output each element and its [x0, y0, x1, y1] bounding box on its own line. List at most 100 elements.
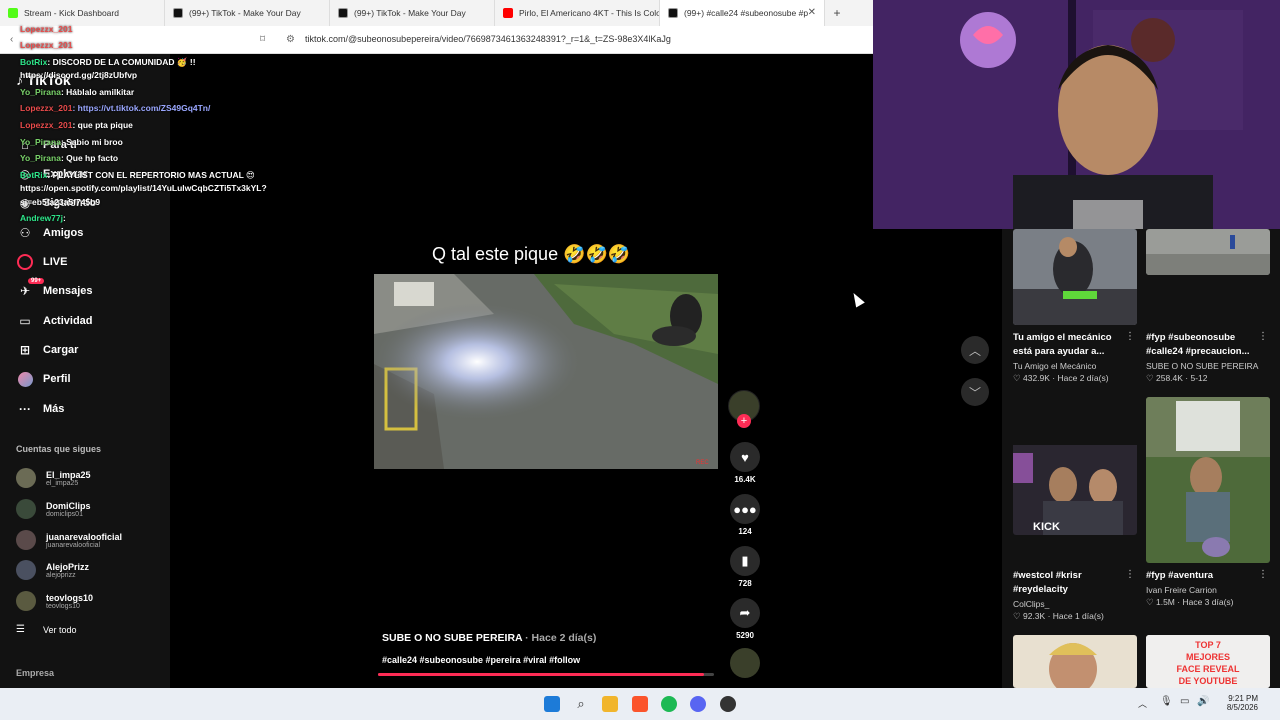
clock[interactable]: 9:21 PM 8/5/2026 — [1214, 694, 1258, 712]
nav-siguiendo[interactable]: ◉ Siguiendo — [16, 192, 96, 214]
discord-icon[interactable] — [690, 696, 706, 712]
windows-start-icon[interactable] — [544, 696, 560, 712]
related-video-card[interactable]: TOP 7 MEJORES FACE REVEAL DE YOUTUBE — [1146, 635, 1270, 688]
nav-perfil[interactable]: Perfil — [16, 368, 71, 390]
video-progress-bar[interactable] — [378, 673, 714, 676]
more-options-icon[interactable]: ⋮ — [1125, 331, 1135, 342]
video-player[interactable]: REC — [374, 274, 718, 469]
nav-mensajes[interactable]: ✈ 99+ Mensajes — [16, 278, 93, 302]
bookmark-icon[interactable]: ⌑ — [260, 34, 265, 45]
home-icon: ⌂ — [21, 138, 29, 152]
volume-icon[interactable]: 🔊 — [1197, 696, 1209, 707]
next-video-button[interactable]: ﹀ — [961, 378, 989, 406]
related-video-card[interactable]: KICK #westcol #krisr #reydelacity ColCli… — [1013, 425, 1137, 622]
microphone-icon[interactable]: 🎙 — [1160, 696, 1173, 707]
nav-amigos[interactable]: ⚇ Amigos — [16, 222, 84, 244]
related-video-card[interactable]: Tu amigo el mecánico está para ayudar a.… — [1013, 229, 1137, 384]
following-account-3[interactable]: AlejoPrizz alejoprizz — [16, 560, 89, 580]
tiktok-logo[interactable]: ♪ TikTok — [16, 72, 71, 88]
following-account-4[interactable]: teovlogs10 teovlogs10 — [16, 591, 93, 611]
browser-tab-0[interactable]: Stream - Kick Dashboard — [0, 0, 165, 26]
video-author[interactable]: SUBE O NO SUBE PEREIRA · Hace 2 día(s) — [382, 632, 596, 644]
save-button[interactable]: ▮ 728 — [728, 546, 762, 588]
thumb-text: MEJORES — [1186, 652, 1230, 662]
nav-cargar[interactable]: ⊞ Cargar — [16, 339, 79, 361]
like-count: 16.4K — [734, 475, 756, 484]
following-account-1[interactable]: DomiClips domiclips01 — [16, 499, 91, 519]
kick-watermark: KICK — [1033, 521, 1060, 533]
video-thumbnail: TOP 7 MEJORES FACE REVEAL DE YOUTUBE — [1146, 635, 1270, 688]
nav-para-ti[interactable]: ⌂ Para ti — [16, 134, 77, 156]
brave-browser-icon[interactable] — [632, 696, 648, 712]
network-icon[interactable]: ▭ — [1180, 696, 1189, 707]
avatar — [16, 468, 36, 488]
like-button[interactable]: ♥ 16.4K — [728, 442, 762, 484]
browser-tab-1[interactable]: (99+) TikTok - Make Your Day — [165, 0, 330, 26]
video-meta: ♡ 92.3K · Hace 1 día(s) — [1013, 611, 1104, 621]
nav-live[interactable]: LIVE — [16, 251, 67, 273]
nav-label: Para ti — [43, 139, 77, 151]
site-settings-icon[interactable]: ⚙ — [286, 34, 295, 45]
tiktok-favicon-icon — [338, 8, 348, 18]
more-options-icon[interactable]: ⋮ — [1258, 331, 1268, 342]
video-hashtags[interactable]: #calle24 #subeonosube #pereira #viral #f… — [382, 655, 580, 665]
nav-mas[interactable]: ··· Más — [16, 398, 64, 420]
more-options-icon[interactable]: ⋮ — [1125, 569, 1135, 580]
video-author: ColClips_ — [1013, 599, 1050, 609]
address-bar: ‹ ⌑ ⚙ tiktok.com/@subeonosubepereira/vid… — [0, 26, 873, 54]
mouse-cursor-icon — [849, 290, 865, 308]
related-video-card[interactable] — [1013, 635, 1137, 688]
share-button[interactable]: ➦ 5290 — [728, 598, 762, 640]
spotify-icon[interactable] — [661, 696, 677, 712]
tray-chevron-up-icon[interactable]: ︿ — [1138, 697, 1147, 710]
related-videos-panel: Tu amigo el mecánico está para ayudar a.… — [1002, 229, 1280, 688]
nav-label: Amigos — [43, 227, 84, 239]
comment-icon: ●●● — [730, 494, 760, 524]
nav-label: Más — [43, 403, 65, 415]
file-explorer-icon[interactable] — [602, 696, 618, 712]
search-icon[interactable]: ⌕ — [573, 696, 589, 712]
close-tab-icon[interactable]: ✕ — [808, 7, 816, 18]
nav-explorar[interactable]: ◎ Explorar — [16, 163, 88, 185]
video-thumbnail — [1013, 635, 1137, 688]
sound-disc[interactable] — [728, 648, 762, 678]
related-video-card[interactable]: #fyp #aventura Ivan Freire Carrion ♡ 1.5… — [1146, 397, 1270, 608]
webcam-overlay — [873, 0, 1280, 229]
video-author: Ivan Freire Carrion — [1146, 585, 1217, 595]
browser-tab-3[interactable]: Pirlo, El Americano 4KT - This Is Colo — [495, 0, 660, 26]
more-options-icon[interactable]: ⋮ — [1258, 569, 1268, 580]
logo-text: TikTok — [26, 72, 71, 88]
obs-icon[interactable] — [720, 696, 736, 712]
tiktok-favicon-icon — [668, 8, 678, 18]
comment-button[interactable]: ●●● 124 — [728, 494, 762, 536]
account-name: El_impa25 — [46, 469, 91, 480]
upload-icon: ⊞ — [19, 343, 31, 357]
nav-actividad[interactable]: ▭ Actividad — [16, 310, 92, 332]
post-time: · Hace 2 día(s) — [525, 632, 597, 644]
back-icon[interactable]: ‹ — [10, 34, 13, 45]
follow-plus-button[interactable]: + — [737, 414, 751, 428]
video-progress-fill — [378, 673, 704, 676]
see-all-button[interactable]: ☰ Ver todo — [16, 624, 77, 635]
url-text[interactable]: tiktok.com/@subeonosubepereira/video/766… — [305, 34, 671, 44]
webcam-image — [873, 0, 1280, 229]
clock-time: 9:21 PM — [1228, 694, 1258, 703]
account-name: DomiClips — [46, 500, 91, 511]
new-tab-button[interactable]: + — [825, 6, 849, 20]
compass-icon: ◎ — [19, 167, 31, 181]
avatar — [16, 530, 36, 550]
following-icon: ◉ — [19, 196, 31, 210]
previous-video-button[interactable]: ︿ — [961, 336, 989, 364]
following-account-0[interactable]: El_impa25 el_impa25 — [16, 468, 91, 488]
profile-icon — [16, 370, 34, 388]
screen: Stream - Kick Dashboard (99+) TikTok - M… — [0, 0, 1280, 720]
messages-badge: 99+ — [28, 278, 45, 284]
related-video-card[interactable]: #fyp #subeonosube #calle24 #precaucion..… — [1146, 229, 1270, 384]
following-account-2[interactable]: juanarevalooficial juanarevalooficial — [16, 530, 122, 550]
youtube-favicon-icon — [503, 8, 513, 18]
browser-tab-4[interactable]: (99+) #calle24 #subeonosube #p ✕ — [660, 0, 825, 26]
empresa-link[interactable]: Empresa — [16, 668, 54, 678]
account-handle: domiclips01 — [46, 510, 83, 518]
browser-tab-2[interactable]: (99+) TikTok - Make Your Day — [330, 0, 495, 26]
account-name: teovlogs10 — [46, 592, 94, 603]
